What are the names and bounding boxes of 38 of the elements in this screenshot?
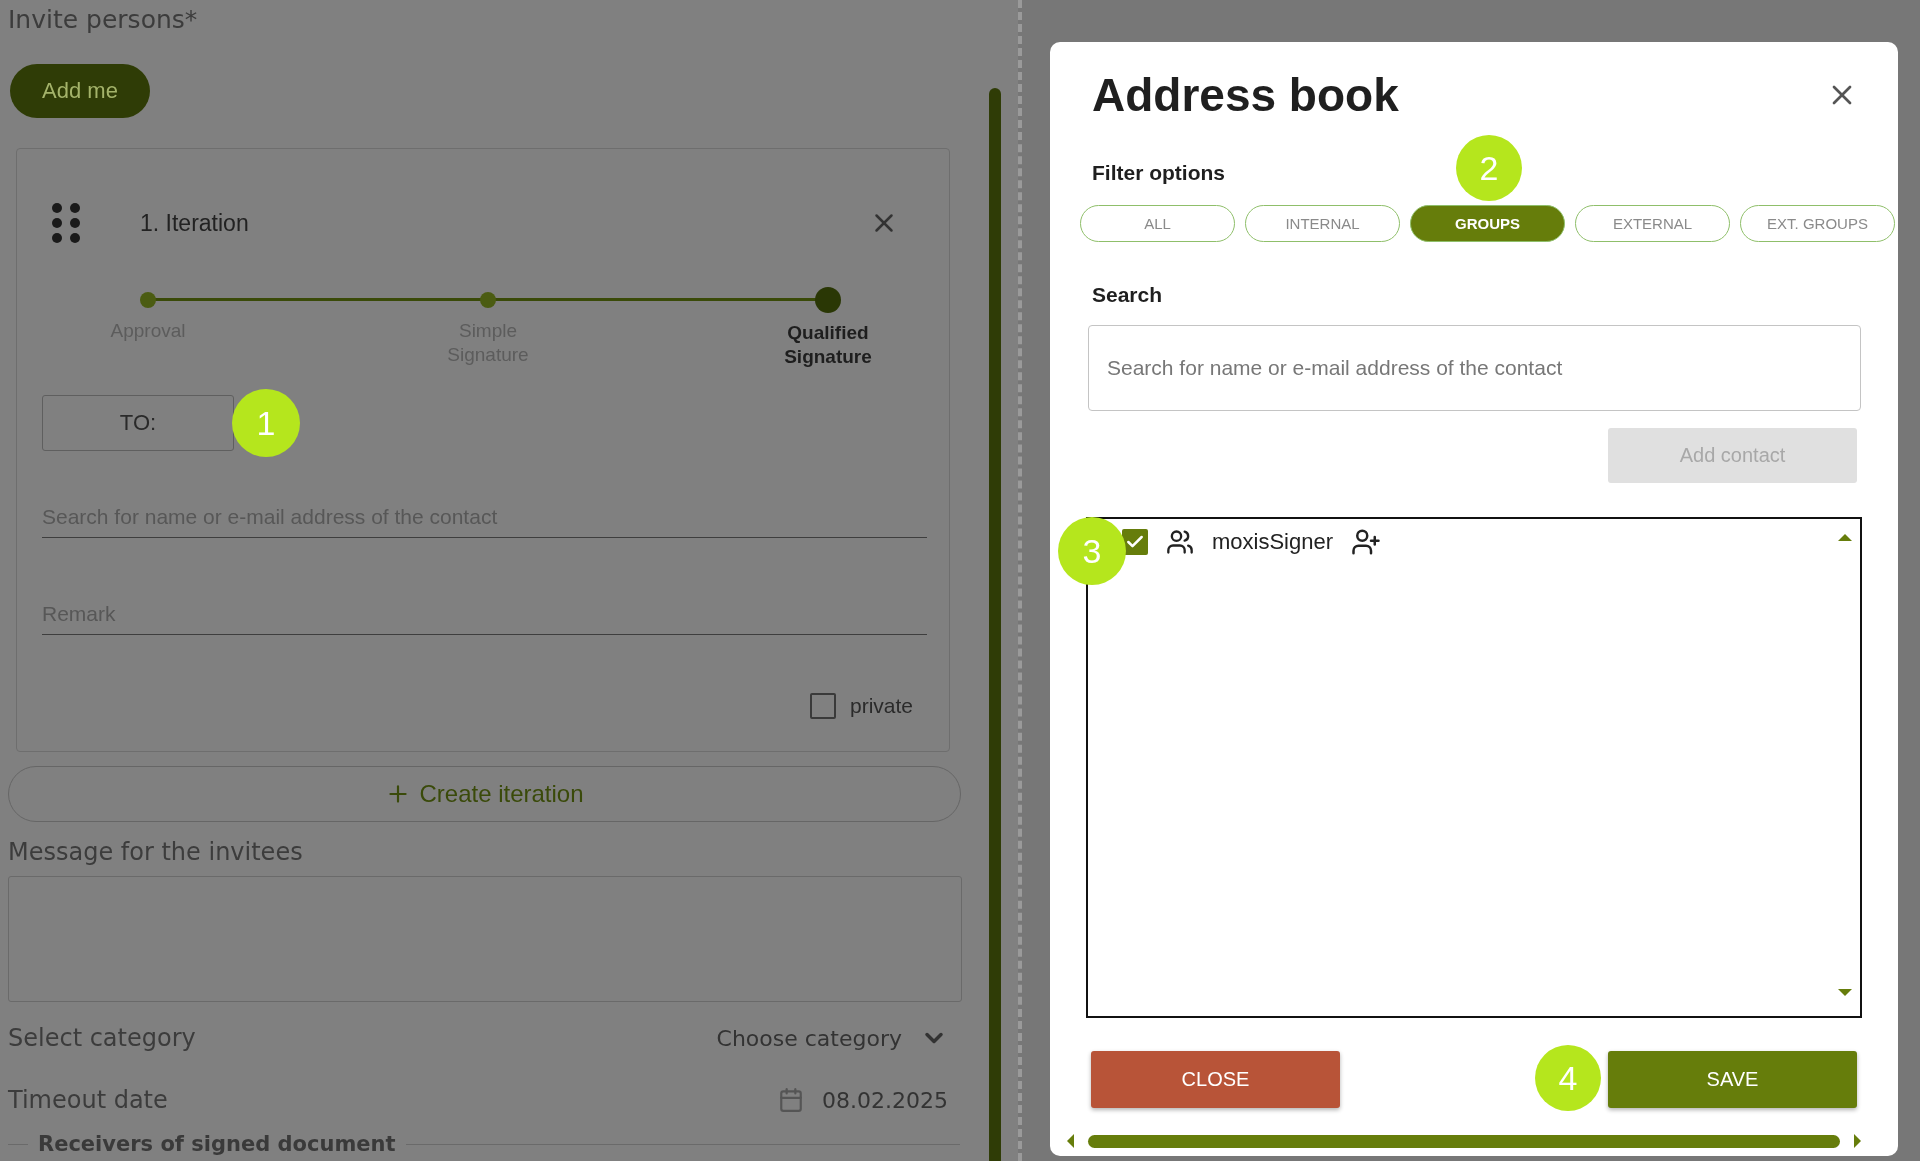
add-me-button[interactable]: Add me: [10, 64, 150, 118]
filter-chip[interactable]: EXTERNAL: [1575, 205, 1730, 242]
contact-name[interactable]: moxisSigner: [1212, 529, 1334, 555]
search-label: Search: [1092, 282, 1163, 308]
horizontal-scrollbar-thumb[interactable]: [1088, 1134, 1840, 1148]
callout-marker: 2: [1456, 135, 1522, 201]
filter-chip[interactable]: EXT. GROUPS: [1740, 205, 1895, 242]
group-icon: [1166, 528, 1194, 556]
contact-checkbox[interactable]: [1122, 529, 1148, 555]
filter-chip[interactable]: GROUPS: [1410, 205, 1565, 242]
step-dot[interactable]: [815, 287, 841, 313]
receivers-legend: Receivers of signed document: [38, 1132, 396, 1156]
timeout-label: Timeout date: [8, 1086, 168, 1114]
message-label: Message for the invitees: [8, 837, 304, 868]
callout-marker: 4: [1535, 1045, 1601, 1111]
step-dot[interactable]: [140, 292, 156, 308]
close-button[interactable]: CLOSE: [1091, 1051, 1340, 1108]
step-label: Qualified Signature: [783, 321, 873, 369]
to-button[interactable]: TO:: [42, 395, 234, 451]
private-checkbox[interactable]: [809, 693, 836, 719]
timeout-date[interactable]: 08.02.2025: [822, 1087, 948, 1113]
filter-chip[interactable]: ALL: [1080, 205, 1235, 242]
callout-marker: 1: [232, 389, 300, 457]
add-person-icon[interactable]: [1351, 527, 1382, 557]
step-dot[interactable]: [480, 292, 496, 308]
dialog-title: Address book: [1092, 68, 1399, 122]
private-label: private: [849, 694, 913, 718]
section-title: Invite persons*: [8, 4, 199, 36]
iteration-title: 1. Iteration: [140, 209, 250, 237]
filter-chip[interactable]: INTERNAL: [1245, 205, 1400, 242]
callout-marker: 3: [1058, 517, 1126, 585]
filter-options-label: Filter options: [1092, 160, 1225, 186]
category-dropdown[interactable]: Choose category: [716, 1024, 948, 1052]
drag-handle-icon[interactable]: [52, 203, 80, 243]
category-label: Select category: [8, 1024, 196, 1052]
scrollbar-thumb[interactable]: [989, 88, 1001, 1161]
save-button[interactable]: SAVE: [1608, 1051, 1857, 1108]
search-field[interactable]: Search for name or e-mail address of the contact: [1088, 325, 1861, 411]
